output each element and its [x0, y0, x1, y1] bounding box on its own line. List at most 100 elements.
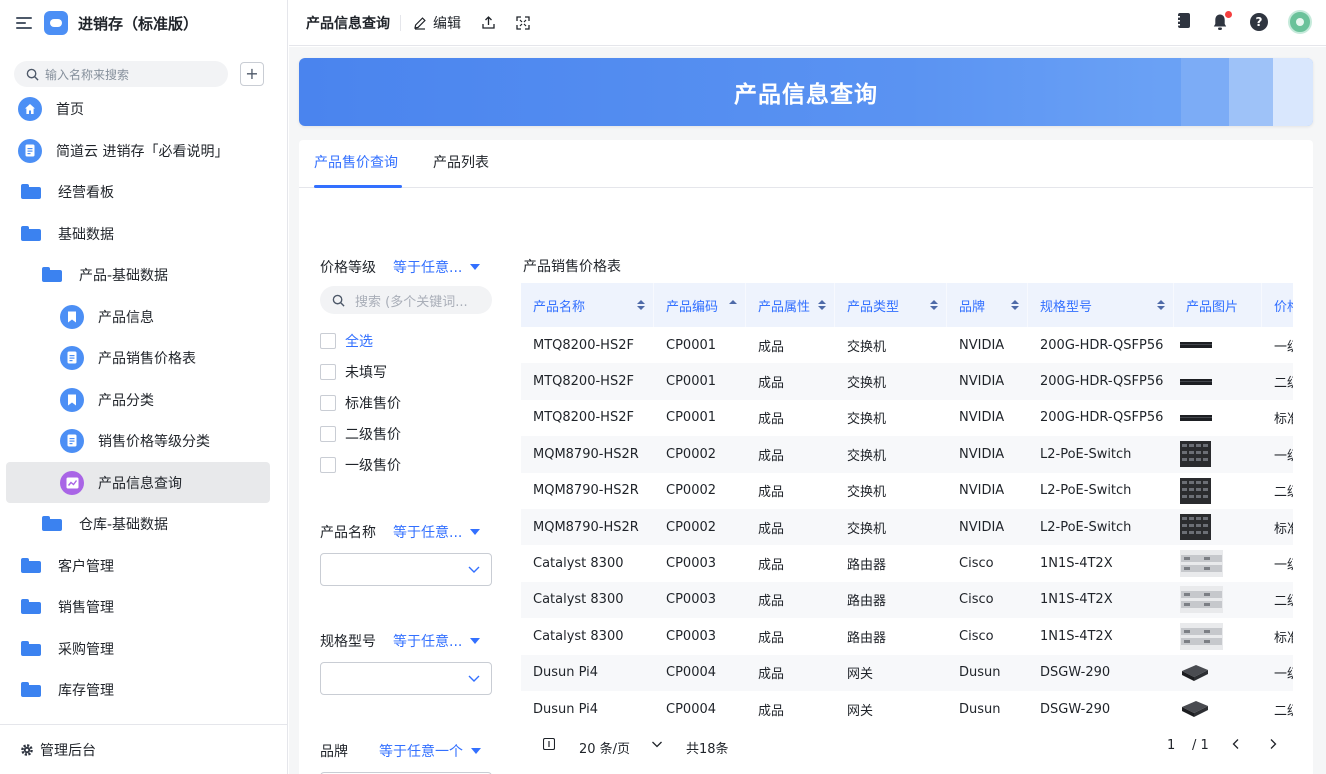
- tab-product-list[interactable]: 产品列表: [433, 152, 489, 172]
- nav-item-product-info[interactable]: 产品信息: [6, 296, 270, 337]
- bell-icon[interactable]: [1212, 11, 1232, 31]
- filter-spec-model-operator[interactable]: 等于任意...: [393, 631, 481, 651]
- table-row[interactable]: Catalyst 8300 CP0003 成品 路由器 Cisco 1N1S-4T2X 标准: [521, 618, 1293, 654]
- checkbox[interactable]: [320, 333, 336, 349]
- nav-item-warehouse-base[interactable]: 仓库-基础数据: [6, 503, 270, 544]
- notebook-icon[interactable]: [1176, 12, 1192, 33]
- filter-search-placeholder: 搜索 (多个关键词...: [355, 294, 468, 310]
- checkbox-standard-price[interactable]: 标准售价: [320, 393, 401, 413]
- column-header[interactable]: 产品类型: [835, 283, 947, 327]
- nav-item-purchase[interactable]: 采购管理: [6, 628, 270, 669]
- filter-search-input[interactable]: 搜索 (多个关键词...: [320, 286, 492, 314]
- column-header[interactable]: 规格型号: [1028, 283, 1174, 327]
- checkbox[interactable]: [320, 395, 336, 411]
- nav-item-partial[interactable]: [6, 711, 270, 724]
- checkbox-level2-price[interactable]: 二级售价: [320, 424, 401, 444]
- column-header[interactable]: 产品编码: [654, 283, 746, 327]
- column-header[interactable]: 产品图片: [1174, 283, 1262, 327]
- sort-icon[interactable]: [818, 300, 826, 310]
- column-header[interactable]: 产品名称: [521, 283, 654, 327]
- nav-item-price-level[interactable]: 销售价格等级分类: [6, 420, 270, 461]
- sidebar-search-row: 输入名称来搜索 +: [0, 46, 287, 90]
- operator-label: 等于任意一个: [379, 744, 463, 760]
- checkbox[interactable]: [320, 426, 336, 442]
- table-row[interactable]: Dusun Pi4 CP0004 成品 网关 Dusun DSGW-290 二级: [521, 691, 1293, 719]
- prev-page-button[interactable]: [1230, 738, 1242, 750]
- edit-button[interactable]: 编辑: [413, 13, 461, 33]
- nav-item-home[interactable]: 首页: [6, 88, 270, 129]
- column-header[interactable]: 品牌: [947, 283, 1028, 327]
- menu-icon[interactable]: [16, 17, 32, 29]
- table-row[interactable]: Dusun Pi4 CP0004 成品 网关 Dusun DSGW-290 一级: [521, 654, 1293, 691]
- help-icon[interactable]: ?: [1250, 13, 1268, 31]
- sort-asc-icon[interactable]: [729, 300, 737, 310]
- search-icon: [332, 294, 345, 307]
- filter-spec-model-select[interactable]: [320, 662, 492, 695]
- table-row[interactable]: MQM8790-HS2R CP0002 成品 交换机 NVIDIA L2-PoE-Swit…: [521, 473, 1293, 509]
- table-cell: NVIDIA: [959, 519, 1005, 535]
- pencil-icon: [414, 16, 426, 30]
- table-row[interactable]: MTQ8200-HS2F CP0001 成品 交换机 NVIDIA 200G-HDR-QS…: [521, 327, 1293, 363]
- column-header[interactable]: 价格: [1262, 283, 1293, 327]
- filter-price-level-operator[interactable]: 等于任意...: [393, 257, 481, 277]
- page-size-dropdown[interactable]: [651, 738, 663, 750]
- sort-icon[interactable]: [637, 300, 645, 310]
- checkbox-label: 全选: [345, 334, 373, 350]
- chevron-right-icon: [1270, 739, 1277, 749]
- nav-item-inventory[interactable]: 库存管理: [6, 669, 270, 710]
- nav-label: 库存管理: [58, 682, 114, 699]
- table-cell: NVIDIA: [959, 446, 1005, 462]
- column-header[interactable]: 产品属性: [746, 283, 835, 327]
- nav-label: 产品信息: [98, 309, 154, 326]
- caret-down-icon: [470, 264, 481, 270]
- tab-price-query[interactable]: 产品售价查询: [314, 152, 398, 172]
- table-row[interactable]: MTQ8200-HS2F CP0001 成品 交换机 NVIDIA 200G-HDR-QS…: [521, 363, 1293, 400]
- admin-backend-label: 管理后台: [40, 742, 96, 759]
- sort-icon[interactable]: [1011, 300, 1019, 310]
- top-bar-actions: ?: [1156, 10, 1312, 34]
- nav-item-customers[interactable]: 客户管理: [6, 545, 270, 586]
- checkbox-level1-price[interactable]: 一级售价: [320, 455, 401, 475]
- nav-item-product-category[interactable]: 产品分类: [6, 379, 270, 420]
- nav-item-dashboard[interactable]: 经营看板: [6, 171, 270, 212]
- sidebar-search-input[interactable]: 输入名称来搜索: [14, 61, 228, 87]
- table-row[interactable]: Catalyst 8300 CP0003 成品 路由器 Cisco 1N1S-4T2X 二级: [521, 581, 1293, 619]
- nav-item-price-table[interactable]: 产品销售价格表: [6, 337, 270, 378]
- table-cell: 一级: [1274, 558, 1293, 574]
- checkbox[interactable]: [320, 364, 336, 380]
- pagination-first-icon[interactable]: [543, 738, 555, 750]
- nav-item-product-query[interactable]: 产品信息查询: [6, 462, 270, 503]
- checkbox-unfilled[interactable]: 未填写: [320, 362, 387, 382]
- table-row[interactable]: MQM8790-HS2R CP0002 成品 交换机 NVIDIA L2-PoE-Swit…: [521, 436, 1293, 473]
- sort-icon[interactable]: [930, 300, 938, 310]
- admin-backend-link[interactable]: 管理后台: [0, 724, 287, 774]
- table-row[interactable]: Catalyst 8300 CP0003 成品 路由器 Cisco 1N1S-4T2X 一级: [521, 545, 1293, 581]
- table-cell: 交换机: [847, 376, 887, 392]
- table-row[interactable]: MTQ8200-HS2F CP0001 成品 交换机 NVIDIA 200G-HDR-QS…: [521, 400, 1293, 436]
- nav-item-product-base[interactable]: 产品-基础数据: [6, 254, 270, 295]
- avatar[interactable]: [1288, 10, 1312, 34]
- next-page-button[interactable]: [1267, 738, 1279, 750]
- add-button[interactable]: +: [240, 62, 264, 86]
- table-cell: 1N1S-4T2X: [1040, 628, 1113, 644]
- nav-item-sales[interactable]: 销售管理: [6, 586, 270, 627]
- filter-product-name-select[interactable]: [320, 553, 492, 586]
- checkbox-select-all[interactable]: 全选: [320, 331, 373, 351]
- table-cell: 网关: [847, 703, 874, 719]
- sort-icon[interactable]: [1157, 300, 1165, 310]
- checkbox-label: 未填写: [345, 365, 387, 381]
- nav-item-base-data[interactable]: 基础数据: [6, 213, 270, 254]
- filter-product-name-operator[interactable]: 等于任意...: [393, 522, 481, 542]
- table-cell: 成品: [758, 376, 785, 392]
- nav-item-readme[interactable]: 简道云 进销存「必看说明」: [6, 130, 270, 171]
- current-page[interactable]: 1: [1167, 738, 1175, 753]
- checkbox[interactable]: [320, 457, 336, 473]
- fullscreen-button[interactable]: [516, 15, 530, 30]
- share-button[interactable]: [481, 15, 496, 30]
- table-row[interactable]: MQM8790-HS2R CP0002 成品 交换机 NVIDIA L2-PoE-Swit…: [521, 509, 1293, 546]
- table-cell: 成品: [758, 594, 785, 610]
- filter-brand-label: 品牌: [320, 744, 348, 760]
- chevron-down-icon: [652, 741, 662, 748]
- document-icon: [60, 345, 84, 370]
- filter-brand-operator[interactable]: 等于任意一个: [379, 741, 481, 761]
